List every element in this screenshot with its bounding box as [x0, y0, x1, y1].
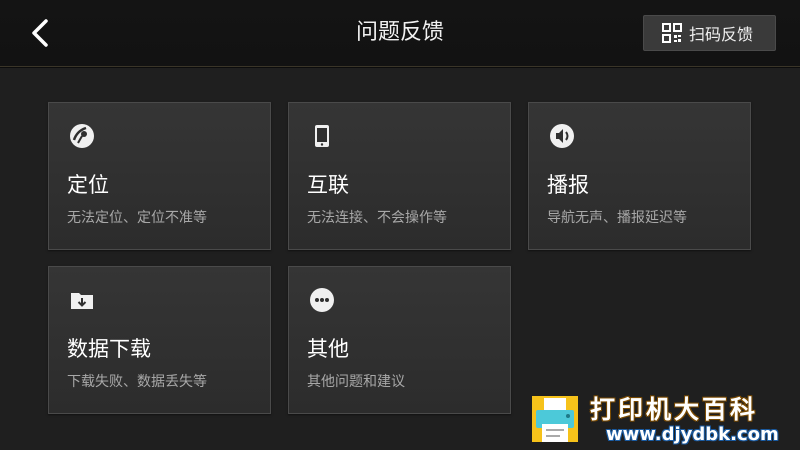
watermark: 打印机大百科 www.djydbk.com: [524, 388, 800, 450]
chevron-left-icon: [32, 19, 48, 47]
category-card-other[interactable]: 其他 其他问题和建议: [288, 266, 511, 414]
folder-download-icon: [71, 293, 93, 309]
back-button[interactable]: [22, 14, 58, 52]
category-title: 互联: [307, 173, 349, 197]
phone-icon: [315, 125, 329, 147]
satellite-dish-icon: [70, 124, 94, 148]
scan-feedback-label: 扫码反馈: [689, 25, 754, 44]
category-card-connection[interactable]: 互联 无法连接、不会操作等: [288, 102, 511, 250]
printer-logo-icon: [532, 396, 578, 442]
speaker-icon: [550, 124, 574, 148]
category-subtitle: 无法定位、定位不准等: [67, 210, 207, 226]
category-subtitle: 其他问题和建议: [307, 374, 405, 390]
category-subtitle: 导航无声、播报延迟等: [547, 210, 687, 226]
watermark-url: www.djydbk.com: [606, 424, 779, 445]
category-card-data-download[interactable]: 数据下载 下载失败、数据丢失等: [48, 266, 271, 414]
header-bar: 问题反馈 扫码反馈: [0, 0, 800, 67]
category-card-broadcast[interactable]: 播报 导航无声、播报延迟等: [528, 102, 751, 250]
scan-feedback-button[interactable]: 扫码反馈: [643, 15, 776, 51]
category-title: 其他: [307, 337, 349, 361]
more-dots-icon: [310, 288, 334, 312]
category-title: 定位: [67, 173, 109, 197]
category-title: 播报: [547, 173, 589, 197]
category-subtitle: 无法连接、不会操作等: [307, 210, 447, 226]
watermark-title: 打印机大百科: [590, 395, 759, 424]
qr-code-icon: [662, 23, 682, 43]
category-title: 数据下载: [67, 337, 151, 361]
category-card-location[interactable]: 定位 无法定位、定位不准等: [48, 102, 271, 250]
category-subtitle: 下载失败、数据丢失等: [67, 374, 207, 390]
